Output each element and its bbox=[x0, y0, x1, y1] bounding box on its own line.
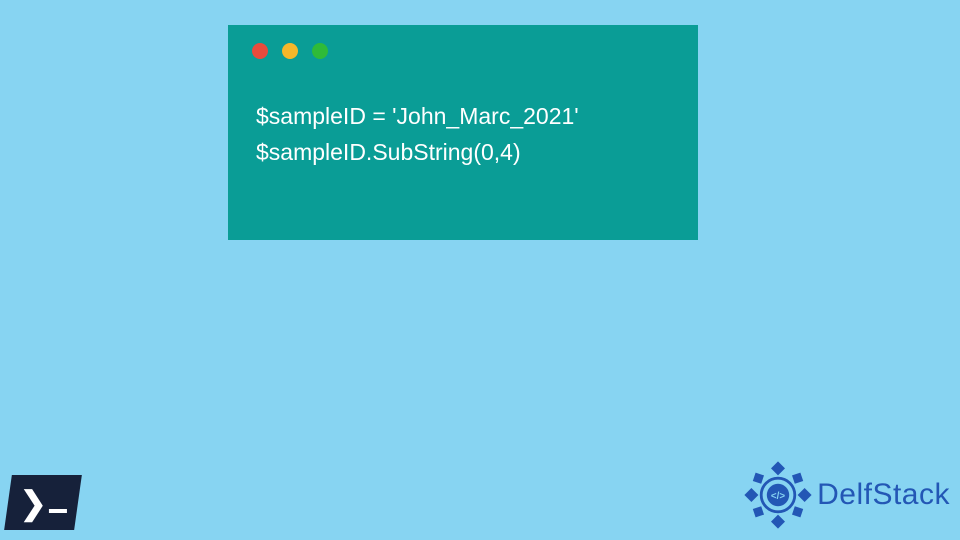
code-window: $sampleID = 'John_Marc_2021' $sampleID.S… bbox=[228, 25, 698, 240]
svg-text:</>: </> bbox=[771, 491, 785, 502]
underscore-icon bbox=[48, 509, 66, 513]
chevron-right-icon: ❯ bbox=[20, 487, 47, 519]
delfstack-badge-icon: </> bbox=[743, 460, 813, 530]
maximize-icon bbox=[312, 43, 328, 59]
code-body: $sampleID = 'John_Marc_2021' $sampleID.S… bbox=[228, 69, 698, 170]
close-icon bbox=[252, 43, 268, 59]
code-line: $sampleID = 'John_Marc_2021' bbox=[256, 99, 670, 135]
minimize-icon bbox=[282, 43, 298, 59]
delfstack-text: DelfStack bbox=[817, 478, 950, 512]
delfstack-logo: </> DelfStack bbox=[743, 460, 950, 530]
code-line: $sampleID.SubString(0,4) bbox=[256, 135, 670, 171]
powershell-icon: ❯ bbox=[4, 475, 82, 530]
window-titlebar bbox=[228, 25, 698, 69]
